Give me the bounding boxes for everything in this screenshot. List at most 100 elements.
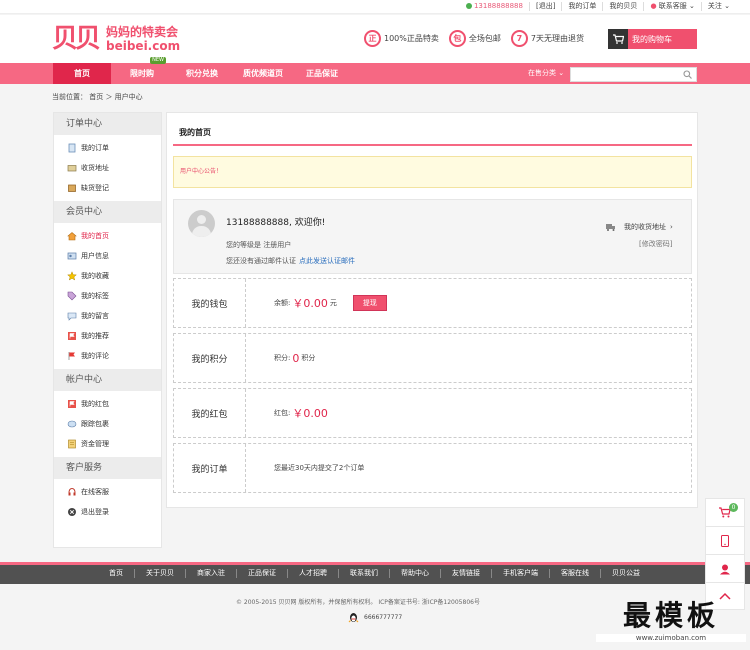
nav-home[interactable]: 首页 [53, 63, 111, 84]
chevron-down-icon: ⌄ [724, 2, 730, 10]
home-icon [67, 232, 77, 241]
search-icon[interactable] [683, 70, 692, 81]
sidebar-item-favorites[interactable]: 我的收藏 [54, 266, 161, 286]
welcome-panel: 13188888888, 欢迎你! 您的等级是 注册用户 您还没有通过邮件认证点… [173, 199, 692, 274]
user-phone[interactable]: 13188888888 [460, 2, 529, 11]
red-packet-value: ￥0.00 [292, 407, 328, 420]
search-input[interactable] [570, 67, 697, 82]
top-bar: 13188888888 [退出] 我的订单 我的贝贝 ● 联系客服 ⌄ 关注 ⌄ [0, 0, 750, 14]
flag-icon [68, 332, 76, 340]
footer-link[interactable]: 关于贝贝 [134, 569, 185, 578]
watermark: 最模板 www.zuimoban.com [596, 594, 746, 642]
red-flag-icon [68, 352, 75, 360]
card-icon [67, 165, 77, 172]
footer-link[interactable]: 商家入驻 [185, 569, 236, 578]
chevron-down-icon: ⌄ [689, 2, 695, 10]
footer-link[interactable]: 正品保证 [236, 569, 287, 578]
chat-icon [67, 312, 77, 321]
main-nav: 首页 限时购 NEW 积分兑换 质优频道页 正品保证 在售分类 ⌄ [0, 57, 750, 84]
bubble-icon [67, 420, 77, 428]
sidebar-item-address[interactable]: 收货地址 [54, 158, 161, 178]
footer-link[interactable]: 人才招聘 [287, 569, 338, 578]
return-icon: 7 [510, 30, 528, 47]
sidebar-section-title: 客户服务 [54, 457, 161, 479]
orders-box: 我的订单 您最近30天内提交了2个订单 [173, 443, 692, 493]
header: 贝贝 妈妈的特卖会 beibei.com 正 100%正品特卖 包 全场包邮 7… [0, 15, 750, 63]
orders-label: 我的订单 [174, 444, 246, 492]
float-cart-button[interactable]: 0 [705, 498, 745, 526]
sidebar-section-title: 帐户中心 [54, 369, 161, 391]
service-link[interactable]: ● 联系客服 ⌄ [643, 2, 700, 11]
box-icon [68, 184, 76, 192]
sidebar-item-track-package[interactable]: 跟踪包裹 [54, 414, 161, 434]
close-circle-icon [68, 508, 76, 516]
notice-banner: 用户中心公告！ [173, 156, 692, 188]
change-password-link[interactable]: [修改密码] [639, 239, 672, 249]
chevron-right-icon: › [670, 223, 673, 231]
sidebar-item-online-service[interactable]: 在线客服 [54, 482, 161, 502]
category-dropdown[interactable]: 在售分类 ⌄ [528, 63, 564, 84]
points-box: 我的积分 积分: 0 积分 [173, 333, 692, 383]
nav-genuine[interactable]: 正品保证 [296, 63, 348, 84]
service-icon: ● [650, 2, 657, 10]
sidebar-item-tags[interactable]: 我的标签 [54, 286, 161, 306]
sidebar-item-logout[interactable]: 退出登录 [54, 502, 161, 522]
sidebar-item-stockout[interactable]: 缺货登记 [54, 178, 161, 198]
cart-button[interactable]: 我的购物车 [608, 29, 697, 49]
sidebar-item-funds[interactable]: 资金管理 [54, 434, 161, 454]
logo[interactable]: 贝贝 妈妈的特卖会 beibei.com [52, 25, 180, 53]
logout-link[interactable]: [退出] [528, 2, 561, 11]
wallet-label: 我的钱包 [174, 279, 246, 327]
cart-icon [608, 29, 628, 49]
user-icon [465, 3, 472, 9]
avatar[interactable] [188, 210, 215, 237]
footer-link[interactable]: 友情链接 [440, 569, 491, 578]
footer-link[interactable]: 帮助中心 [389, 569, 440, 578]
wallet-box: 我的钱包 余额: ￥0.00 元 提现 [173, 278, 692, 328]
promise-genuine: 正 100%正品特卖 [364, 30, 439, 47]
red-packet-label: 我的红包 [174, 389, 246, 437]
logo-slogan: 妈妈的特卖会 [106, 25, 179, 39]
my-beibei-link[interactable]: 我的贝贝 [602, 2, 643, 11]
sidebar-item-recommend[interactable]: 我的推荐 [54, 326, 161, 346]
points-label: 我的积分 [174, 334, 246, 382]
watermark-title: 最模板 [622, 599, 719, 632]
id-card-icon [67, 252, 77, 260]
sidebar-item-orders[interactable]: 我的订单 [54, 138, 161, 158]
top-bar-links: 13188888888 [退出] 我的订单 我的贝贝 ● 联系客服 ⌄ 关注 ⌄ [460, 2, 736, 11]
sidebar-item-home[interactable]: 我的首页 [54, 226, 161, 246]
qq-penguin-icon [348, 613, 359, 623]
my-orders-link[interactable]: 我的订单 [561, 2, 602, 11]
float-mobile-button[interactable] [705, 526, 745, 554]
nav-quality-channel[interactable]: 质优频道页 [232, 63, 294, 84]
footer-link[interactable]: 贝贝公益 [600, 569, 651, 578]
send-verify-email-link[interactable]: 点此发送认证邮件 [299, 257, 355, 265]
footer-link[interactable]: 首页 [98, 569, 134, 578]
copyright: © 2005-2015 贝贝网 版权所有，并保留所有权利。 ICP备案证书号: … [236, 599, 480, 606]
title-divider [173, 144, 692, 146]
footer-link[interactable]: 手机客户端 [491, 569, 549, 578]
shipping-address-link[interactable]: 我的收货地址 › [606, 222, 673, 232]
footer-link[interactable]: 联系我们 [338, 569, 389, 578]
wallet-balance: ￥0.00 [292, 297, 328, 310]
watermark-url: www.zuimoban.com [596, 634, 746, 642]
follow-link[interactable]: 关注 ⌄ [700, 2, 736, 11]
footer-link[interactable]: 客服在线 [549, 569, 600, 578]
sidebar-item-comments[interactable]: 我的评论 [54, 346, 161, 366]
withdraw-button[interactable]: 提现 [352, 295, 387, 311]
page-title: 我的首页 [179, 128, 211, 137]
red-packet-box: 我的红包 红包: ￥0.00 [173, 388, 692, 438]
sidebar-item-red-packet[interactable]: 我的红包 [54, 394, 161, 414]
sidebar-item-user-info[interactable]: 用户信息 [54, 246, 161, 266]
breadcrumb: 当前位置： 首页 ＞ 用户中心 [52, 93, 143, 101]
new-badge: NEW [150, 57, 166, 64]
tag-icon [67, 291, 77, 301]
sidebar-item-messages[interactable]: 我的留言 [54, 306, 161, 326]
qq-contact[interactable]: 6666777777 [348, 612, 402, 623]
nav-flash-sale[interactable]: 限时购 NEW [116, 57, 168, 84]
float-service-button[interactable] [705, 554, 745, 582]
genuine-icon: 正 [364, 30, 381, 47]
sidebar: 订单中心 我的订单 收货地址 缺货登记 会员中心 我的首页 用户信息 我的收藏 … [53, 112, 162, 548]
email-verify-status: 您还没有通过邮件认证 点此发送认证邮件 [226, 257, 355, 265]
nav-points-exchange[interactable]: 积分兑换 [175, 63, 229, 84]
